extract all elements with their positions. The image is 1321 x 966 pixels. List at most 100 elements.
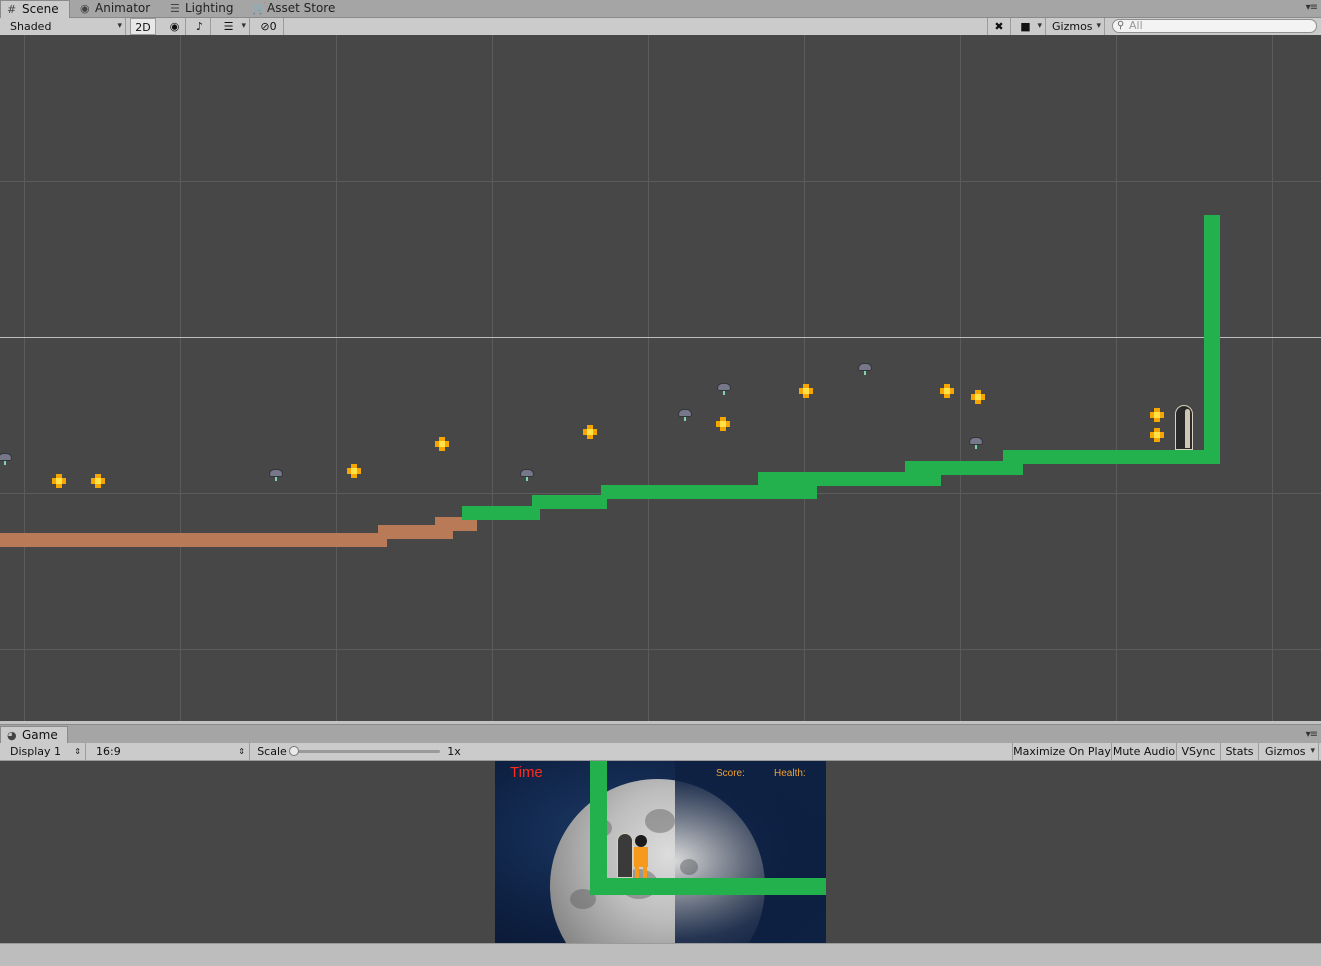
grid-line bbox=[1116, 35, 1117, 721]
rock-enemy[interactable] bbox=[717, 383, 731, 395]
coin[interactable] bbox=[940, 384, 954, 398]
vsync-toggle[interactable]: VSync bbox=[1177, 743, 1221, 760]
coin[interactable] bbox=[583, 425, 597, 439]
coin[interactable] bbox=[91, 474, 105, 488]
rock-enemy[interactable] bbox=[858, 363, 872, 375]
hud-time: Time bbox=[510, 764, 543, 781]
stats-toggle[interactable]: Stats bbox=[1221, 743, 1259, 760]
grid-line bbox=[180, 35, 181, 721]
coin[interactable] bbox=[347, 464, 361, 478]
rock-enemy[interactable] bbox=[520, 469, 534, 481]
coin[interactable] bbox=[52, 474, 66, 488]
platform[interactable] bbox=[462, 506, 540, 520]
player-leg bbox=[643, 867, 647, 878]
game-view[interactable]: Time Score: Health: bbox=[0, 761, 1321, 943]
scene-tab-strip: # Scene ◉ Animator ☰ Lighting 🛒Asset Store … bbox=[0, 0, 1321, 18]
grid-line bbox=[24, 35, 25, 721]
grid-line bbox=[0, 649, 1321, 650]
tools-button[interactable]: ✖ bbox=[987, 18, 1011, 35]
grid-line bbox=[960, 35, 961, 721]
x-axis-line bbox=[0, 337, 1321, 338]
scale-value: 1x bbox=[447, 745, 461, 758]
player-body bbox=[634, 847, 648, 867]
camera-icon: ■ bbox=[1020, 20, 1031, 33]
updown-icon: ⇕ bbox=[74, 747, 81, 756]
animator-icon: ◉ bbox=[80, 2, 90, 15]
draw-mode-dropdown[interactable]: Shaded bbox=[0, 18, 126, 35]
player-leg bbox=[635, 867, 639, 878]
effects-dropdown[interactable]: ☰ bbox=[216, 18, 250, 35]
game-viewport[interactable]: Time Score: Health: bbox=[495, 761, 826, 943]
rock-enemy[interactable] bbox=[678, 409, 692, 421]
tools-icon: ✖ bbox=[994, 20, 1004, 33]
ground-dirt[interactable] bbox=[0, 533, 387, 547]
game-gizmos-dropdown[interactable]: Gizmos bbox=[1259, 743, 1319, 760]
game-tab-strip: ◕ Game ▾≡ bbox=[0, 724, 1321, 743]
panel-menu-icon[interactable]: ▾≡ bbox=[1306, 729, 1318, 740]
aspect-dropdown[interactable]: 16:9 ⇕ bbox=[90, 743, 250, 760]
moon-shadow bbox=[675, 761, 826, 943]
game-icon: ◕ bbox=[7, 729, 17, 742]
scene-view[interactable] bbox=[0, 35, 1321, 721]
game-platform bbox=[590, 878, 826, 895]
updown-icon: ⇕ bbox=[238, 747, 245, 756]
grid-icon: # bbox=[7, 3, 17, 16]
door-frame bbox=[1185, 409, 1190, 448]
panel-menu-icon[interactable]: ▾≡ bbox=[1306, 2, 1318, 13]
grid-line bbox=[1272, 35, 1273, 721]
lighting-icon: ☰ bbox=[170, 2, 180, 15]
rock-enemy[interactable] bbox=[969, 437, 983, 449]
scale-label: Scale bbox=[257, 745, 287, 758]
grid-line bbox=[492, 35, 493, 721]
coin[interactable] bbox=[1150, 408, 1164, 422]
tab-scene[interactable]: # Scene bbox=[0, 0, 70, 18]
maximize-on-play-toggle[interactable]: Maximize On Play bbox=[1012, 743, 1112, 760]
scene-toolbar: Shaded 2D ◉ ♪ ☰ ⊘0 ✖ ■ Gizmos ⚲ All bbox=[0, 18, 1321, 36]
game-platform-wall bbox=[590, 761, 607, 895]
coin[interactable] bbox=[799, 384, 813, 398]
tab-asset-store[interactable]: 🛒Asset Store bbox=[246, 0, 346, 17]
coin[interactable] bbox=[435, 437, 449, 451]
speaker-icon: ♪ bbox=[195, 20, 204, 33]
moon-crater bbox=[645, 809, 675, 833]
coin[interactable] bbox=[1150, 428, 1164, 442]
gizmos-dropdown[interactable]: Gizmos bbox=[1047, 18, 1105, 35]
eye-slash-icon: ⊘ bbox=[260, 20, 270, 33]
grid-line bbox=[0, 181, 1321, 182]
lighting-toggle[interactable]: ◉ bbox=[164, 18, 186, 35]
grid-line bbox=[336, 35, 337, 721]
tab-animator[interactable]: ◉ Animator bbox=[74, 0, 156, 17]
platform[interactable] bbox=[1003, 450, 1220, 464]
coin[interactable] bbox=[971, 390, 985, 404]
scene-search-input[interactable]: ⚲ All bbox=[1112, 19, 1317, 33]
hud-score: Score: bbox=[716, 768, 745, 779]
scale-slider-handle[interactable] bbox=[289, 746, 299, 756]
game-toolbar: Display 1 ⇕ 16:9 ⇕ Scale 1x Maximize On Pl… bbox=[0, 743, 1321, 761]
grid-line bbox=[804, 35, 805, 721]
display-dropdown[interactable]: Display 1 ⇕ bbox=[0, 743, 86, 760]
rock-enemy[interactable] bbox=[269, 469, 283, 481]
platform[interactable] bbox=[532, 495, 607, 509]
camera-dropdown[interactable]: ■ bbox=[1014, 18, 1046, 35]
grid-line bbox=[648, 35, 649, 721]
audio-toggle[interactable]: ♪ bbox=[189, 18, 211, 35]
coin[interactable] bbox=[716, 417, 730, 431]
hud-health: Health: bbox=[774, 768, 806, 779]
scale-slider[interactable] bbox=[289, 746, 440, 756]
effects-icon: ☰ bbox=[223, 20, 234, 33]
hidden-objects-toggle[interactable]: ⊘0 bbox=[254, 18, 284, 35]
rock-enemy[interactable] bbox=[0, 453, 12, 465]
platform[interactable] bbox=[601, 485, 817, 499]
asset-store-icon: 🛒 bbox=[252, 2, 266, 15]
player-head bbox=[635, 835, 647, 847]
status-bar bbox=[0, 943, 1321, 966]
search-icon: ⚲ bbox=[1117, 20, 1125, 31]
light-bulb-icon: ◉ bbox=[169, 20, 180, 33]
exit-door[interactable] bbox=[1175, 405, 1193, 450]
mute-audio-toggle[interactable]: Mute Audio bbox=[1112, 743, 1177, 760]
platform-wall[interactable] bbox=[1204, 215, 1220, 464]
player-character bbox=[631, 835, 651, 878]
tab-game[interactable]: ◕ Game bbox=[0, 726, 68, 743]
2d-toggle[interactable]: 2D bbox=[130, 18, 156, 35]
tab-lighting[interactable]: ☰ Lighting bbox=[164, 0, 244, 17]
